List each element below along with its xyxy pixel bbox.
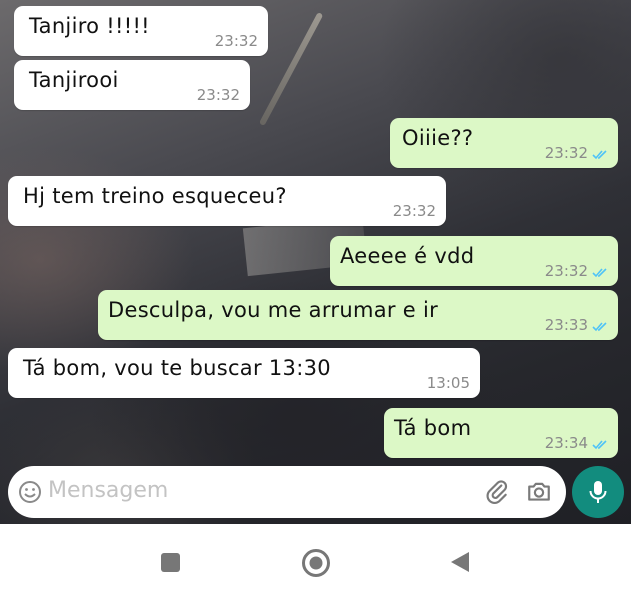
chat-area: Tanjiro !!!!! 23:32 Tanjirooi 23:32 Oiii… — [0, 0, 631, 524]
read-ticks-icon — [592, 322, 607, 332]
message-time: 23:32 — [544, 144, 588, 162]
message-text: Tanjiro !!!!! — [29, 14, 150, 38]
read-ticks-icon — [592, 440, 607, 450]
message-time: 23:32 — [544, 262, 588, 280]
message-text: Tá bom, vou te buscar 13:30 — [23, 356, 331, 380]
message-time: 23:32 — [392, 202, 436, 220]
message-time: 23:32 — [214, 32, 258, 50]
square-icon[interactable] — [161, 553, 180, 572]
message-input[interactable]: Mensagem — [48, 478, 168, 503]
mic-button[interactable] — [572, 466, 624, 518]
read-ticks-icon — [592, 150, 607, 160]
emoji-icon[interactable] — [18, 480, 42, 504]
message-composer[interactable]: Mensagem — [8, 466, 566, 518]
message-bubble-incoming[interactable]: Tá bom, vou te buscar 13:30 13:05 — [8, 348, 480, 398]
message-text: Desculpa, vou me arrumar e ir — [108, 298, 439, 322]
message-text: Aeeee é vdd — [340, 244, 475, 268]
message-text: Hj tem treino esqueceu? — [23, 184, 287, 208]
message-time: 13:05 — [426, 374, 470, 392]
message-time: 23:32 — [196, 86, 240, 104]
message-bubble-outgoing[interactable]: Oiiie?? 23:32 — [390, 118, 618, 168]
message-bubble-outgoing[interactable]: Desculpa, vou me arrumar e ir 23:33 — [98, 290, 618, 340]
message-bubble-outgoing[interactable]: Tá bom 23:34 — [384, 408, 618, 458]
triangle-back-icon[interactable] — [450, 551, 470, 573]
message-bubble-incoming[interactable]: Hj tem treino esqueceu? 23:32 — [8, 176, 446, 226]
message-bubble-incoming[interactable]: Tanjirooi 23:32 — [14, 60, 250, 110]
message-bubble-outgoing[interactable]: Aeeee é vdd 23:32 — [330, 236, 618, 286]
camera-icon[interactable] — [526, 479, 552, 505]
read-ticks-icon — [592, 268, 607, 278]
message-bubble-incoming[interactable]: Tanjiro !!!!! 23:32 — [14, 6, 268, 56]
paperclip-icon[interactable] — [484, 479, 510, 505]
circle-icon[interactable] — [301, 548, 331, 578]
mic-icon — [589, 481, 607, 503]
system-nav-bar — [0, 524, 631, 600]
message-text: Oiiie?? — [402, 126, 474, 150]
message-time: 23:33 — [544, 316, 588, 334]
wallpaper-detail — [258, 12, 324, 127]
message-text: Tanjirooi — [29, 68, 119, 92]
message-text: Tá bom — [394, 416, 472, 440]
message-time: 23:34 — [544, 434, 588, 452]
